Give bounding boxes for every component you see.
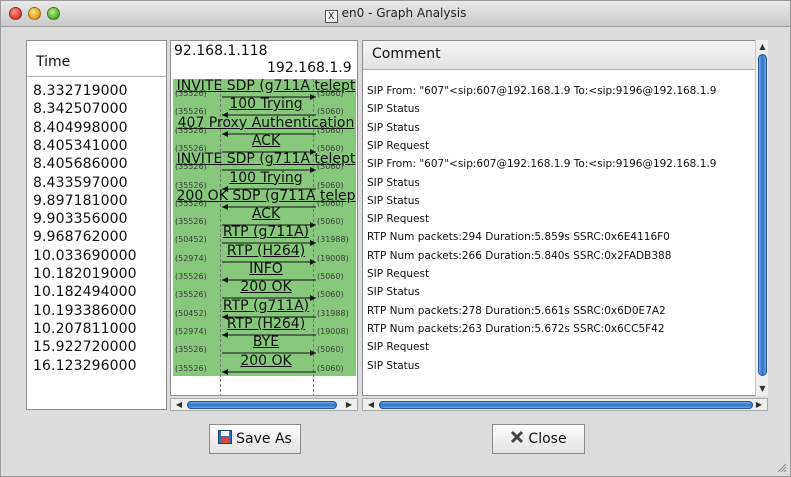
comment-cell[interactable]: SIP Status [367, 103, 420, 115]
title-bar[interactable]: Xen0 - Graph Analysis [1, 1, 790, 27]
comment-cell[interactable]: SIP Status [367, 360, 420, 372]
comment-cell[interactable]: RTP Num packets:263 Duration:5.672s SSRC… [367, 323, 665, 335]
time-cell[interactable]: 8.342507000 [33, 101, 128, 117]
comment-cell[interactable]: SIP From: "607"<sip:607@192.168.1.9 To:<… [367, 85, 716, 97]
comment-cell[interactable]: SIP Request [367, 213, 429, 225]
comment-cell[interactable]: SIP Status [367, 195, 420, 207]
time-panel: Time 8.332719000 8.342507000 8.404998000 8.… [26, 40, 167, 410]
node-b-address: 192.168.1.9 [267, 60, 352, 76]
comment-cell[interactable]: SIP Request [367, 140, 429, 152]
graph-hscroll-thumb[interactable] [187, 401, 337, 409]
comment-hscroll-thumb[interactable] [379, 401, 753, 409]
scroll-left-icon[interactable]: ◀ [173, 399, 185, 410]
close-label: Close [528, 431, 567, 447]
message-row[interactable]: RTP (H264) (52974) (19008) [173, 243, 357, 265]
time-cell[interactable]: 15.922720000 [33, 339, 137, 355]
floppy-disk-icon [218, 430, 233, 448]
comment-cell[interactable]: SIP Request [367, 268, 429, 280]
scroll-left-icon[interactable]: ◀ [365, 399, 377, 410]
time-cell[interactable]: 8.404998000 [33, 120, 128, 136]
time-cell[interactable]: 8.405341000 [33, 138, 128, 154]
time-cell[interactable]: 10.033690000 [33, 248, 137, 264]
node-a-address: 92.168.1.118 [174, 43, 268, 59]
message-row[interactable]: 100 Trying (35526) (5060) [173, 96, 357, 119]
graph-hscrollbar[interactable]: ◀ ▶ [170, 398, 358, 411]
close-x-icon [510, 430, 524, 448]
time-cell[interactable]: 10.182494000 [33, 284, 137, 300]
comment-cell[interactable]: SIP Status [367, 286, 420, 298]
comment-vscroll-thumb[interactable] [758, 54, 767, 376]
close-button[interactable]: Close [492, 424, 585, 454]
time-cell[interactable]: 8.405686000 [33, 156, 128, 172]
scroll-down-icon[interactable]: ▼ [756, 383, 769, 395]
time-cell[interactable]: 9.897181000 [33, 193, 128, 209]
time-cell[interactable]: 8.332719000 [33, 83, 128, 99]
comment-cell[interactable]: SIP Status [367, 122, 420, 134]
message-row[interactable]: ACK (35526) (5060) [173, 133, 357, 155]
message-row[interactable]: RTP (g711A) (50452) (31988) [173, 224, 357, 247]
arrow-left-icon [222, 368, 316, 375]
comment-cell[interactable]: RTP Num packets:266 Duration:5.840s SSRC… [367, 250, 671, 262]
window-title-wrap: Xen0 - Graph Analysis [1, 6, 790, 23]
resize-grip-icon[interactable] [777, 463, 787, 473]
message-row[interactable]: INVITE SDP (g711A telept (35526) (5060) [173, 151, 357, 174]
comment-header: Comment [363, 41, 767, 70]
comment-cell[interactable]: SIP Request [367, 341, 429, 353]
time-header: Time [27, 41, 166, 77]
message-row[interactable]: RTP (g711A) (50452) (31988) [173, 298, 357, 320]
time-cell[interactable]: 8.433597000 [33, 175, 128, 191]
save-as-button[interactable]: Save As [209, 424, 301, 454]
flow-graph-panel: 92.168.1.118 192.168.1.9 INVITE SDP (g71… [170, 40, 358, 396]
message-row[interactable]: RTP (H264) (52974) (19008) [173, 316, 357, 338]
message-row[interactable]: INFO (35526) (5060) [173, 261, 357, 283]
time-cell[interactable]: 9.968762000 [33, 229, 128, 245]
time-cell[interactable]: 9.903356000 [33, 211, 128, 227]
comment-panel: Comment SIP From: "607"<sip:607@192.168.… [362, 40, 768, 396]
time-cell[interactable]: 10.193386000 [33, 303, 137, 319]
message-row[interactable]: 200 OK (35526) (5060) [173, 353, 357, 375]
save-as-label: Save As [236, 431, 292, 447]
scroll-right-icon[interactable]: ▶ [753, 399, 765, 410]
x11-app-icon: X [324, 10, 338, 23]
message-row[interactable]: 407 Proxy Authentication (35526) (5060) [173, 115, 357, 137]
time-cell[interactable]: 16.123296000 [33, 358, 137, 374]
scroll-right-icon[interactable]: ▶ [343, 399, 355, 410]
comment-vscrollbar[interactable]: ▲ ▼ [755, 40, 768, 396]
message-row[interactable]: 100 Trying (35526) (5060) [173, 170, 357, 192]
scroll-up-icon[interactable]: ▲ [756, 41, 769, 53]
comment-cell[interactable]: RTP Num packets:294 Duration:5.859s SSRC… [367, 231, 670, 243]
time-cell[interactable]: 10.182019000 [33, 266, 137, 282]
message-row[interactable]: BYE (35526) (5060) [173, 334, 357, 357]
message-row[interactable]: 200 OK SDP (g711A telep (35526) (5060) [173, 188, 357, 210]
message-row[interactable]: 200 OK (35526) (5060) [173, 279, 357, 302]
comment-cell[interactable]: SIP Status [367, 177, 420, 189]
right-port-label: (5060) [317, 363, 344, 373]
left-port-label: (35526) [175, 363, 207, 373]
message-row[interactable]: ACK (35526) (5060) [173, 206, 357, 229]
time-cell[interactable]: 10.207811000 [33, 321, 137, 337]
graph-analysis-window: Xen0 - Graph Analysis Time 8.332719000 8.… [0, 0, 791, 477]
comment-hscrollbar[interactable]: ◀ ▶ [362, 398, 768, 411]
window-title: en0 - Graph Analysis [341, 6, 467, 20]
comment-cell[interactable]: SIP From: "607"<sip:607@192.168.1.9 To:<… [367, 158, 716, 170]
message-row[interactable]: INVITE SDP (g711A telept (35526) (5060) [173, 78, 357, 100]
comment-cell[interactable]: RTP Num packets:278 Duration:5.661s SSRC… [367, 305, 666, 317]
